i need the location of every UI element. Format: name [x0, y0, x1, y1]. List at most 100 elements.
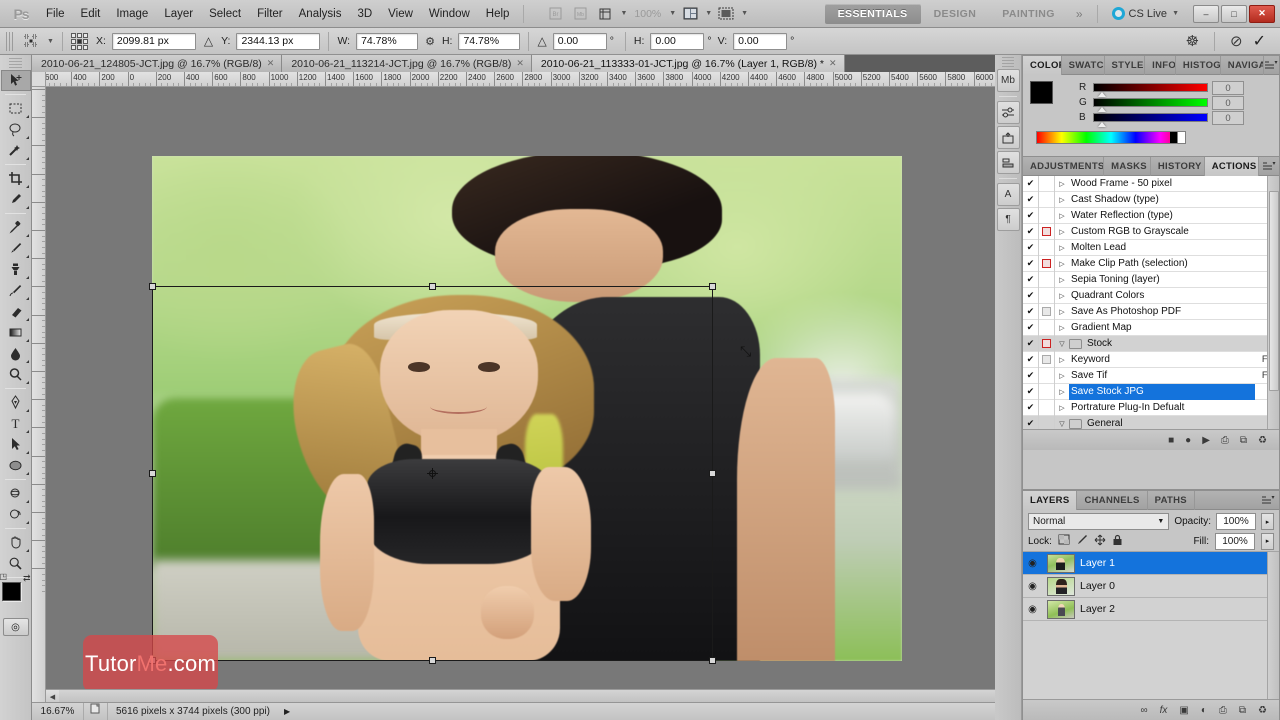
- layer-name[interactable]: Layer 0: [1080, 580, 1115, 592]
- zoom-level-field[interactable]: 100%: [630, 8, 665, 20]
- action-toggle-checkbox[interactable]: ✔: [1023, 256, 1039, 272]
- color-thumb-g[interactable]: [1098, 107, 1106, 112]
- cs-live-button[interactable]: CS Live ▼: [1104, 7, 1187, 20]
- action-expand-icon[interactable]: ▷: [1055, 260, 1069, 268]
- tool-dodge[interactable]: [1, 364, 31, 385]
- tab-info[interactable]: INFO: [1145, 56, 1176, 75]
- layer-comps-icon[interactable]: [997, 151, 1020, 174]
- canvas-horizontal-scrollbar[interactable]: ◀: [46, 689, 1009, 702]
- action-toggle-checkbox[interactable]: ✔: [1023, 288, 1039, 304]
- h-input[interactable]: 74.78%: [458, 33, 520, 50]
- tool-move[interactable]: [1, 70, 31, 91]
- action-row[interactable]: ✔▷Wood Frame - 50 pixel: [1023, 176, 1279, 192]
- action-dialog-toggle-icon[interactable]: [1042, 211, 1051, 220]
- screen-mode-chevron-down-icon[interactable]: ▼: [741, 10, 748, 17]
- layer-style-icon[interactable]: fx: [1160, 705, 1168, 716]
- action-toggle-checkbox[interactable]: ✔: [1023, 304, 1039, 320]
- record-icon[interactable]: ●: [1185, 435, 1191, 446]
- ruler-corner[interactable]: [32, 72, 46, 87]
- layer-visibility-eye-icon[interactable]: ◉: [1023, 604, 1042, 615]
- action-dialog-cell[interactable]: [1039, 336, 1055, 352]
- layer-visibility-eye-icon[interactable]: ◉: [1023, 581, 1042, 592]
- options-bar-grip[interactable]: [6, 32, 13, 51]
- tool-brush[interactable]: [1, 238, 31, 259]
- arrange-documents-icon[interactable]: [679, 4, 701, 24]
- delete-action-icon[interactable]: ♻: [1258, 435, 1267, 446]
- tool-zoom[interactable]: [1, 553, 31, 574]
- play-icon[interactable]: ▶: [1202, 435, 1210, 446]
- screen-mode-icon[interactable]: [715, 4, 737, 24]
- action-dialog-cell[interactable]: [1039, 304, 1055, 320]
- action-row[interactable]: ✔▷Molten Lead: [1023, 240, 1279, 256]
- layer-thumbnail[interactable]: [1047, 554, 1075, 573]
- dock-grip[interactable]: [1002, 57, 1014, 67]
- menu-image[interactable]: Image: [108, 1, 156, 27]
- action-row[interactable]: ✔▷Gradient Map: [1023, 320, 1279, 336]
- action-toggle-checkbox[interactable]: ✔: [1023, 176, 1039, 192]
- color-spectrum-ramp[interactable]: [1036, 131, 1186, 144]
- link-position-icon[interactable]: △: [204, 34, 213, 48]
- color-track-g[interactable]: [1093, 98, 1208, 107]
- adjustments-icon[interactable]: [997, 101, 1020, 124]
- action-toggle-checkbox[interactable]: ✔: [1023, 416, 1039, 430]
- action-dialog-toggle-icon[interactable]: [1042, 419, 1051, 428]
- document-icon[interactable]: [84, 703, 108, 720]
- tool-pen[interactable]: [1, 392, 31, 413]
- refpt-mr[interactable]: [83, 39, 88, 44]
- fill-input[interactable]: 100%: [1215, 533, 1255, 550]
- actions-scroll-thumb[interactable]: [1269, 191, 1279, 391]
- layer-row[interactable]: ◉Layer 1: [1023, 552, 1279, 575]
- tab-history[interactable]: HISTORY: [1151, 157, 1205, 176]
- action-dialog-cell[interactable]: [1039, 384, 1055, 400]
- refpt-tc[interactable]: [77, 33, 82, 38]
- refpt-tl[interactable]: [71, 33, 76, 38]
- actions-panel-menu-icon[interactable]: [1260, 157, 1280, 175]
- menu-file[interactable]: File: [38, 1, 73, 27]
- maintain-aspect-ratio-icon[interactable]: ⚙: [425, 35, 435, 48]
- action-dialog-cell[interactable]: [1039, 272, 1055, 288]
- action-row[interactable]: ✔▷KeywordF2: [1023, 352, 1279, 368]
- action-dialog-cell[interactable]: [1039, 192, 1055, 208]
- action-dialog-cell[interactable]: [1039, 368, 1055, 384]
- action-row[interactable]: ✔▷Cast Shadow (type): [1023, 192, 1279, 208]
- action-dialog-cell[interactable]: [1039, 352, 1055, 368]
- action-expand-icon[interactable]: ▷: [1055, 212, 1069, 220]
- layer-name[interactable]: Layer 2: [1080, 603, 1115, 615]
- paragraph-icon[interactable]: ¶: [997, 208, 1020, 231]
- tool-rectangular-marquee[interactable]: [1, 98, 31, 119]
- workspace-design[interactable]: DESIGN: [921, 4, 990, 24]
- hskew-input[interactable]: 0.00: [650, 33, 704, 50]
- color-track-b[interactable]: [1093, 113, 1208, 122]
- action-row[interactable]: ✔▷Quadrant Colors: [1023, 288, 1279, 304]
- refpt-br[interactable]: [83, 45, 88, 50]
- arrange-chevron-down-icon[interactable]: ▼: [705, 10, 712, 17]
- masks-icon[interactable]: [997, 126, 1020, 149]
- action-toggle-checkbox[interactable]: ✔: [1023, 320, 1039, 336]
- action-dialog-cell[interactable]: [1039, 288, 1055, 304]
- character-icon[interactable]: A: [997, 183, 1020, 206]
- action-dialog-toggle-icon[interactable]: [1042, 339, 1051, 348]
- x-input[interactable]: 2099.81 px: [112, 33, 196, 50]
- action-row[interactable]: ✔▽General: [1023, 416, 1279, 429]
- action-toggle-checkbox[interactable]: ✔: [1023, 336, 1039, 352]
- zoom-chevron-down-icon[interactable]: ▼: [669, 10, 676, 17]
- document-tab-2-close-icon[interactable]: ✕: [516, 58, 524, 69]
- lock-all-icon[interactable]: [1112, 534, 1123, 549]
- action-expand-icon[interactable]: ▷: [1055, 244, 1069, 252]
- warp-mode-icon[interactable]: ☸: [1186, 32, 1199, 50]
- action-dialog-toggle-icon[interactable]: [1042, 195, 1051, 204]
- swap-colors-icon[interactable]: ⇄: [23, 573, 31, 584]
- workspace-painting[interactable]: PAINTING: [989, 4, 1068, 24]
- layer-row[interactable]: ◉ Layer 2: [1023, 598, 1279, 621]
- action-expand-icon[interactable]: ▷: [1055, 228, 1069, 236]
- action-dialog-toggle-icon[interactable]: [1042, 291, 1051, 300]
- mini-bridge-icon[interactable]: Mb: [997, 69, 1020, 92]
- action-row[interactable]: ✔▷Save Stock JPG: [1023, 384, 1279, 400]
- action-dialog-toggle-icon[interactable]: [1042, 371, 1051, 380]
- menu-help[interactable]: Help: [478, 1, 518, 27]
- action-toggle-checkbox[interactable]: ✔: [1023, 384, 1039, 400]
- tool-3d-object-rotate[interactable]: [1, 483, 31, 504]
- action-dialog-toggle-icon[interactable]: [1042, 307, 1051, 316]
- tool-eyedropper[interactable]: [1, 189, 31, 210]
- action-expand-icon[interactable]: ▷: [1055, 196, 1069, 204]
